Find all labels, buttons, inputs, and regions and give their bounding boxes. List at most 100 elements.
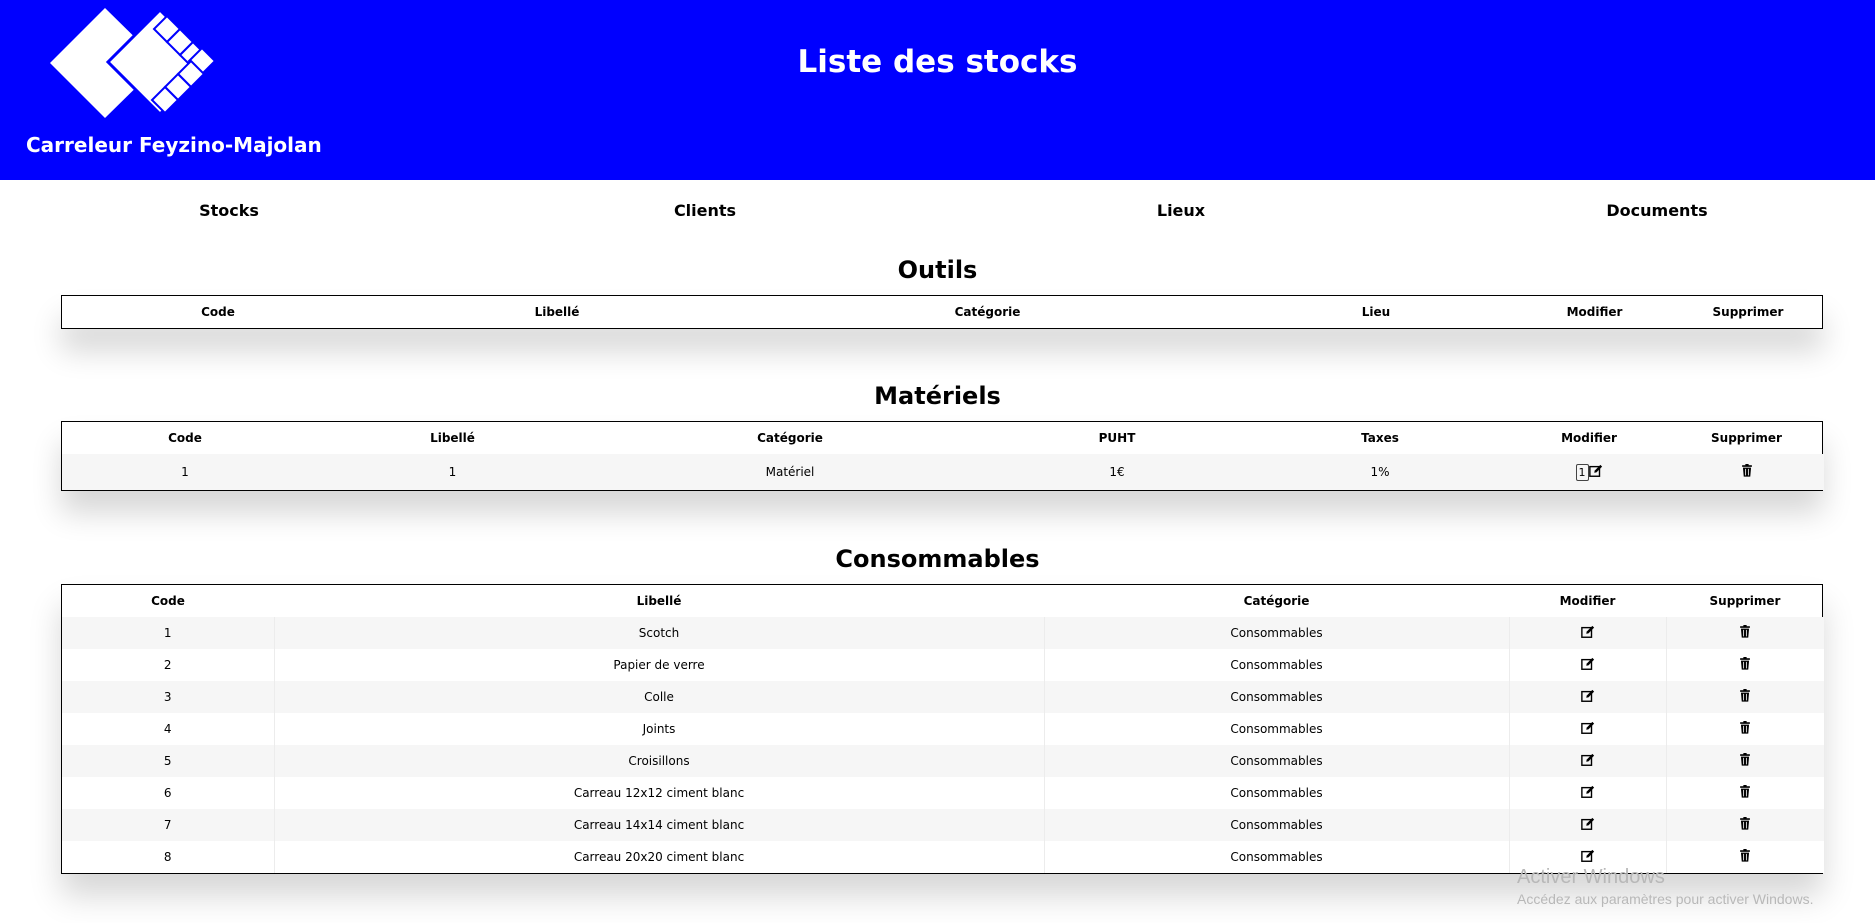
- column-header-supprimer: Supprimer: [1711, 431, 1782, 445]
- trash-icon[interactable]: [1739, 689, 1751, 705]
- column-header-code: Code: [168, 431, 202, 445]
- quantity-field[interactable]: 1: [1575, 463, 1589, 481]
- activate-windows-watermark: Activer Windows Accédez aux paramètres p…: [1517, 866, 1813, 908]
- cell-libelle: Joints: [273, 713, 1044, 745]
- cell-modifier: [1508, 649, 1666, 681]
- column-header-modifier: Modifier: [1561, 431, 1617, 445]
- column-header-taxes: Taxes: [1361, 431, 1399, 445]
- trash-icon[interactable]: [1739, 753, 1751, 769]
- edit-icon[interactable]: [1580, 817, 1595, 834]
- edit-icon[interactable]: [1580, 657, 1595, 674]
- cell-libelle: Carreau 12x12 ciment blanc: [273, 777, 1044, 809]
- trash-icon[interactable]: [1739, 721, 1751, 737]
- cell-puht: 1€: [1109, 465, 1125, 479]
- cell-code: 8: [163, 850, 172, 864]
- edit-icon[interactable]: [1580, 689, 1595, 706]
- page-title: Liste des stocks: [797, 44, 1078, 80]
- cell-modifier: [1508, 809, 1666, 841]
- cell-categorie: Consommables: [1043, 841, 1509, 873]
- nav-item-clients[interactable]: Clients: [674, 201, 736, 220]
- consommables-table: Code Libellé Catégorie Modifier Supprime…: [61, 584, 1824, 874]
- column-header-lieu: Lieu: [1361, 305, 1391, 319]
- table-row: 3 Colle Consommables: [62, 681, 1824, 713]
- column-header-supprimer: Supprimer: [1709, 594, 1781, 608]
- cell-categorie: Consommables: [1043, 809, 1509, 841]
- cell-modifier: [1508, 745, 1666, 777]
- cell-code: 2: [163, 658, 172, 672]
- cell-code: 1: [181, 465, 189, 479]
- column-header-modifier: Modifier: [1566, 305, 1623, 319]
- materiels-table: Code Libellé Catégorie PUHT Taxes Modifi…: [61, 421, 1824, 491]
- cell-code: 7: [163, 818, 172, 832]
- cell-code: 6: [163, 786, 172, 800]
- cell-modifier: [1508, 713, 1666, 745]
- app-header: Carreleur Feyzino-Majolan Liste des stoc…: [0, 0, 1875, 180]
- table-header-row: Code Libellé Catégorie Modifier Supprime…: [62, 585, 1824, 617]
- cell-categorie: Matériel: [765, 465, 815, 479]
- edit-icon[interactable]: [1580, 625, 1595, 642]
- cell-supprimer: [1669, 454, 1824, 490]
- table-row: 5 Croisillons Consommables: [62, 745, 1824, 777]
- table-row: 6 Carreau 12x12 ciment blanc Consommables: [62, 777, 1824, 809]
- table-row: 2 Papier de verre Consommables: [62, 649, 1824, 681]
- cell-code: 1: [163, 626, 172, 640]
- nav-item-lieux[interactable]: Lieux: [1157, 201, 1205, 220]
- cell-taxes: 1%: [1370, 465, 1390, 479]
- cell-code: 3: [163, 690, 172, 704]
- column-header-supprimer: Supprimer: [1712, 305, 1784, 319]
- column-header-categorie: Catégorie: [1243, 594, 1310, 608]
- section-title-consommables: Consommables: [835, 545, 1040, 573]
- cell-code: 5: [163, 754, 172, 768]
- trash-icon[interactable]: [1739, 625, 1751, 641]
- column-header-categorie: Catégorie: [954, 305, 1021, 319]
- cell-supprimer: [1665, 681, 1824, 713]
- nav-item-stocks[interactable]: Stocks: [199, 201, 259, 220]
- table-row: 4 Joints Consommables: [62, 713, 1824, 745]
- column-header-code: Code: [201, 305, 235, 319]
- cell-modifier: 1: [1509, 454, 1669, 490]
- trash-icon[interactable]: [1739, 817, 1751, 833]
- cell-supprimer: [1665, 649, 1824, 681]
- cell-modifier: [1508, 617, 1666, 649]
- watermark-title: Activer Windows: [1517, 866, 1665, 888]
- trash-icon[interactable]: [1739, 785, 1751, 801]
- cell-categorie: Consommables: [1043, 777, 1509, 809]
- watermark-subtitle: Accédez aux paramètres pour activer Wind…: [1517, 891, 1814, 907]
- cell-libelle: Carreau 14x14 ciment blanc: [273, 809, 1044, 841]
- main-nav: Stocks Clients Lieux Documents: [0, 180, 1875, 244]
- edit-icon[interactable]: [1580, 785, 1595, 802]
- trash-icon[interactable]: [1741, 464, 1753, 480]
- edit-icon[interactable]: [1588, 464, 1603, 481]
- column-header-modifier: Modifier: [1559, 594, 1616, 608]
- cell-categorie: Consommables: [1043, 617, 1509, 649]
- cell-modifier: [1508, 777, 1666, 809]
- edit-icon[interactable]: [1580, 721, 1595, 738]
- edit-icon[interactable]: [1580, 753, 1595, 770]
- table-row: 1 Scotch Consommables: [62, 617, 1824, 649]
- column-header-categorie: Catégorie: [757, 431, 823, 445]
- column-header-puht: PUHT: [1098, 431, 1136, 445]
- cell-modifier: [1508, 681, 1666, 713]
- trash-icon[interactable]: [1739, 849, 1751, 865]
- cell-libelle: 1: [448, 465, 457, 479]
- column-header-libelle: Libellé: [430, 431, 475, 445]
- trash-icon[interactable]: [1739, 657, 1751, 673]
- table-header-row: Code Libellé Catégorie PUHT Taxes Modifi…: [62, 422, 1824, 454]
- cell-categorie: Consommables: [1043, 649, 1509, 681]
- cell-categorie: Consommables: [1043, 745, 1509, 777]
- nav-item-documents[interactable]: Documents: [1606, 201, 1707, 220]
- section-title-materiels: Matériels: [874, 382, 1001, 410]
- cell-libelle: Papier de verre: [273, 649, 1044, 681]
- cell-supprimer: [1665, 777, 1824, 809]
- cell-libelle: Croisillons: [273, 745, 1044, 777]
- table-header-row: Code Libellé Catégorie Lieu Modifier Sup…: [62, 296, 1824, 328]
- table-row: 1 1 Matériel 1€ 1% 1: [62, 454, 1824, 490]
- cell-supprimer: [1665, 745, 1824, 777]
- edit-icon[interactable]: [1580, 849, 1595, 866]
- column-header-code: Code: [151, 594, 185, 608]
- cell-code: 4: [163, 722, 172, 736]
- outils-table: Code Libellé Catégorie Lieu Modifier Sup…: [61, 295, 1823, 329]
- cell-supprimer: [1665, 713, 1824, 745]
- cell-libelle: Colle: [273, 681, 1044, 713]
- brand-name: Carreleur Feyzino-Majolan: [26, 133, 322, 157]
